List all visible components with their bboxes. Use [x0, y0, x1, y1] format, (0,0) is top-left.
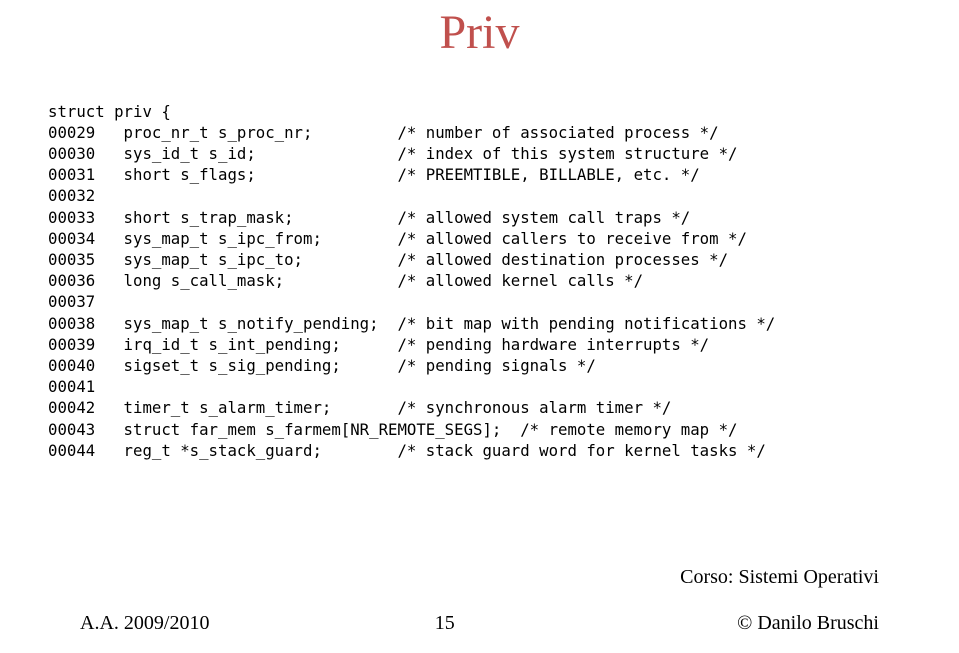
footer-author: © Danilo Bruschi [737, 612, 879, 634]
footer-course: Corso: Sistemi Operativi [680, 566, 879, 588]
footer-left: A.A. 2009/2010 [80, 612, 209, 635]
slide-page: Priv struct priv { 00029 proc_nr_t s_pro… [0, 0, 959, 653]
footer-right: Corso: Sistemi Operativi © Danilo Brusch… [680, 543, 879, 635]
slide-footer: A.A. 2009/2010 15 Corso: Sistemi Operati… [80, 543, 879, 635]
footer-page-number: 15 [209, 612, 680, 635]
slide-title: Priv [0, 5, 959, 60]
code-listing: struct priv { 00029 proc_nr_t s_proc_nr;… [48, 101, 919, 461]
